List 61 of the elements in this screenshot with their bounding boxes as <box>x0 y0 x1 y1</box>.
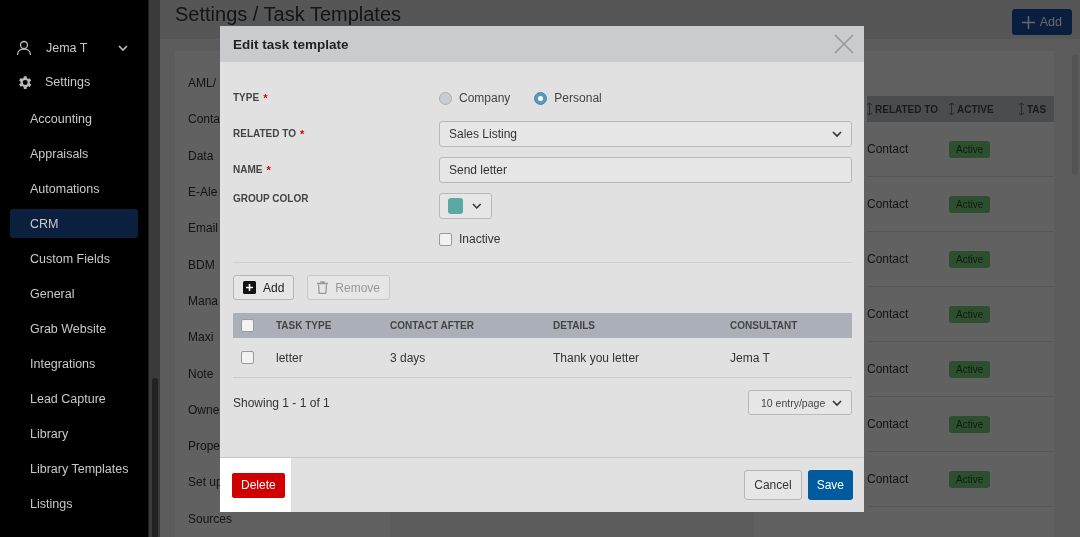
select-all-checkbox[interactable] <box>241 319 254 332</box>
radio-option[interactable]: Company <box>439 91 511 105</box>
sidebar-item[interactable]: Accounting <box>10 104 138 133</box>
color-picker[interactable] <box>439 193 492 219</box>
user-icon <box>16 40 32 56</box>
chevron-down-icon <box>117 42 130 54</box>
chevron-down-icon <box>831 128 843 140</box>
close-button[interactable] <box>834 34 854 54</box>
dialog-title: Edit task template <box>233 36 349 52</box>
column-header: CONSULTANT <box>730 320 799 331</box>
trash-icon <box>317 281 329 294</box>
sidebar-item[interactable]: Lead Capture <box>10 384 138 413</box>
sidebar-item[interactable]: Custom Fields <box>10 244 138 273</box>
field-label: RELATED TO * <box>233 128 306 140</box>
column-header: DETAILS <box>553 320 597 331</box>
table-cell-text: Contact <box>867 252 910 267</box>
field-label: TYPE * <box>233 92 269 104</box>
sidebar-item[interactable]: Appraisals <box>10 139 138 168</box>
sidebar-item[interactable]: Grab Website <box>10 314 138 343</box>
sidebar-item[interactable]: CRM <box>10 209 138 238</box>
user-name[interactable]: Jema T <box>46 41 88 55</box>
page-size-select[interactable]: 10 entry/page <box>748 390 852 415</box>
table-cell-text: Thank you letter <box>553 350 641 365</box>
plus-icon <box>1021 15 1035 29</box>
field-label: NAME * <box>233 164 272 176</box>
sidebar-item[interactable]: Library Templates <box>10 454 138 483</box>
related-to-select[interactable]: Sales Listing <box>439 121 852 147</box>
field-label: GROUP COLOR <box>233 193 310 204</box>
sort-icon <box>949 103 954 116</box>
table-cell-text: Contact <box>867 142 910 157</box>
radio-option[interactable]: Personal <box>534 91 602 105</box>
section-label: Settings <box>45 75 91 89</box>
close-icon <box>834 34 854 54</box>
gear-icon <box>16 73 33 91</box>
sort-icon <box>867 103 872 116</box>
add-row-button[interactable]: Add <box>233 275 295 300</box>
scrollbar[interactable] <box>148 0 160 537</box>
plus-square-icon <box>243 281 256 294</box>
pagination-info: Showing 1 - 1 of 1 <box>233 395 330 410</box>
delete-button[interactable]: Delete <box>232 472 285 498</box>
page-title: Settings / Task Templates <box>175 3 402 25</box>
table-cell-text: 3 days <box>390 350 427 365</box>
table-cell-text: Contact <box>867 197 910 212</box>
table-cell-text: Contact <box>867 307 910 322</box>
table-cell-text: Contact <box>867 472 910 487</box>
table-cell-text: Contact <box>867 417 910 432</box>
row-checkbox[interactable] <box>241 351 254 364</box>
table-cell-text: letter <box>276 350 304 365</box>
column-header: CONTACT AFTER <box>390 320 475 331</box>
sidebar-item[interactable]: Automations <box>10 174 138 203</box>
sort-icon <box>1019 103 1024 116</box>
table-cell-text: Jema T <box>730 350 771 365</box>
sidebar-item[interactable]: Library <box>10 419 138 448</box>
sidebar-item[interactable]: Integrations <box>10 349 138 378</box>
table-cell-text: Contact <box>867 362 910 377</box>
sidebar-item[interactable]: Listings <box>10 489 138 518</box>
cancel-button[interactable]: Cancel <box>744 470 802 500</box>
column-header: TASK TYPE <box>276 320 333 331</box>
name-field[interactable]: Send letter <box>439 157 852 183</box>
sidebar-item[interactable]: General <box>10 279 138 308</box>
save-button[interactable]: Save <box>807 470 853 500</box>
